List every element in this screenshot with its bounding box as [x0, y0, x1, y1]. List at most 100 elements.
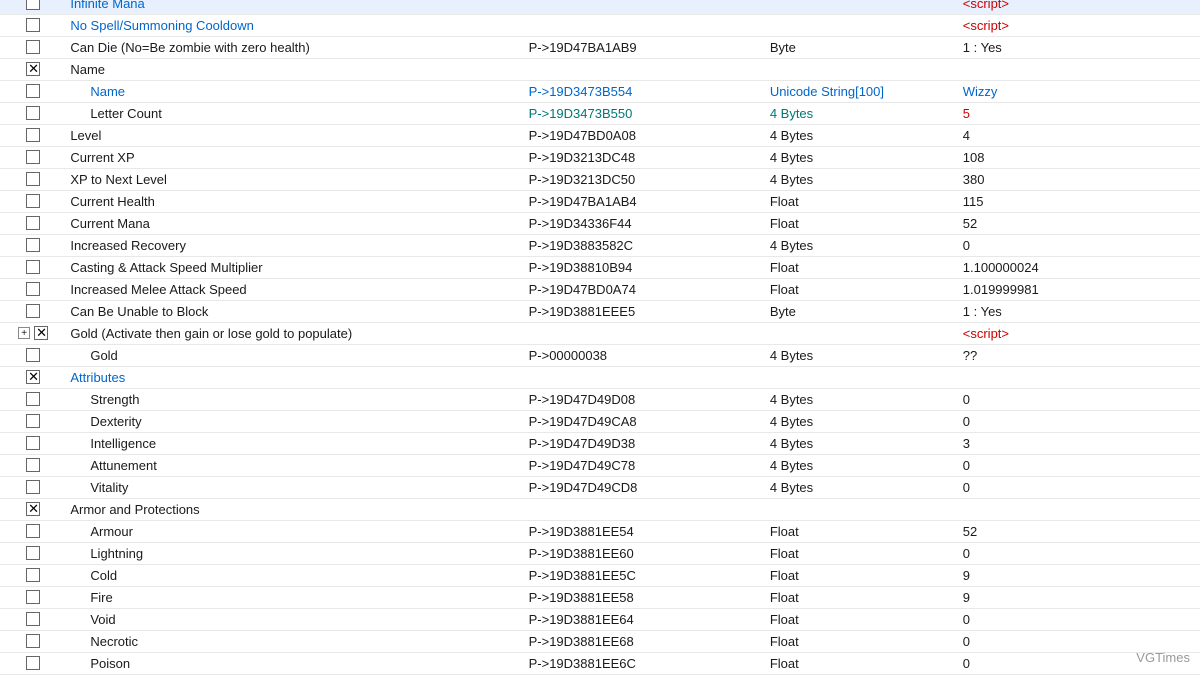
- row-checkbox[interactable]: [26, 524, 40, 538]
- row-address: P->19D3881EE5C: [525, 564, 766, 586]
- table-row[interactable]: DexterityP->19D47D49CA84 Bytes0: [0, 410, 1200, 432]
- row-name: Vitality: [66, 476, 524, 498]
- table-row[interactable]: GoldP->000000384 Bytes??: [0, 344, 1200, 366]
- row-address: P->19D3473B554: [525, 80, 766, 102]
- table-row[interactable]: Armor and Protections: [0, 498, 1200, 520]
- row-checkbox[interactable]: [26, 612, 40, 626]
- row-checkbox[interactable]: [26, 150, 40, 164]
- row-value: <script>: [959, 14, 1200, 36]
- row-address: P->19D47BD0A08: [525, 124, 766, 146]
- row-checkbox[interactable]: [26, 392, 40, 406]
- table-row[interactable]: ColdP->19D3881EE5CFloat9: [0, 564, 1200, 586]
- row-checkbox[interactable]: [26, 480, 40, 494]
- row-checkbox[interactable]: [26, 436, 40, 450]
- checkbox-cell: [0, 58, 66, 80]
- table-row[interactable]: Current XPP->19D3213DC484 Bytes108: [0, 146, 1200, 168]
- main-table-container[interactable]: CompactMode (Activate Me!)<script>Last E…: [0, 0, 1200, 675]
- row-name: Necrotic: [66, 630, 524, 652]
- table-row[interactable]: NecroticP->19D3881EE68Float0: [0, 630, 1200, 652]
- row-type: [766, 0, 959, 14]
- row-value: 9: [959, 564, 1200, 586]
- row-checkbox[interactable]: [26, 238, 40, 252]
- row-checkbox[interactable]: [34, 326, 48, 340]
- table-row[interactable]: VitalityP->19D47D49CD84 Bytes0: [0, 476, 1200, 498]
- table-row[interactable]: Increased Melee Attack SpeedP->19D47BD0A…: [0, 278, 1200, 300]
- group-checkbox[interactable]: [26, 502, 40, 516]
- row-checkbox[interactable]: [26, 414, 40, 428]
- row-value: <script>: [959, 0, 1200, 14]
- row-checkbox[interactable]: [26, 260, 40, 274]
- table-row[interactable]: No Spell/Summoning Cooldown <script>: [0, 14, 1200, 36]
- row-checkbox[interactable]: [26, 172, 40, 186]
- table-row[interactable]: +Gold (Activate then gain or lose gold t…: [0, 322, 1200, 344]
- row-checkbox[interactable]: [26, 634, 40, 648]
- row-checkbox[interactable]: [26, 282, 40, 296]
- table-row[interactable]: Casting & Attack Speed MultiplierP->19D3…: [0, 256, 1200, 278]
- row-name: Infinite Mana: [66, 0, 524, 14]
- checkbox-cell: [0, 432, 66, 454]
- row-checkbox[interactable]: [26, 216, 40, 230]
- table-row[interactable]: VoidP->19D3881EE64Float0: [0, 608, 1200, 630]
- table-row[interactable]: Current ManaP->19D34336F44Float52: [0, 212, 1200, 234]
- table-row[interactable]: Increased RecoveryP->19D3883582C4 Bytes0: [0, 234, 1200, 256]
- table-row[interactable]: NameP->19D3473B554Unicode String[100]Wiz…: [0, 80, 1200, 102]
- group-checkbox[interactable]: [26, 62, 40, 76]
- table-row[interactable]: LightningP->19D3881EE60Float0: [0, 542, 1200, 564]
- row-checkbox[interactable]: [26, 0, 40, 10]
- table-row[interactable]: Can Be Unable to BlockP->19D3881EEE5Byte…: [0, 300, 1200, 322]
- row-value: 52: [959, 212, 1200, 234]
- table-row[interactable]: StrengthP->19D47D49D084 Bytes0: [0, 388, 1200, 410]
- row-address: P->19D3473B550: [525, 102, 766, 124]
- row-checkbox[interactable]: [26, 84, 40, 98]
- row-type: 4 Bytes: [766, 344, 959, 366]
- row-checkbox[interactable]: [26, 656, 40, 670]
- row-name: Strength: [66, 388, 524, 410]
- checkbox-cell: [0, 476, 66, 498]
- row-name: Intelligence: [66, 432, 524, 454]
- table-row[interactable]: Can Die (No=Be zombie with zero health)P…: [0, 36, 1200, 58]
- table-row[interactable]: ArmourP->19D3881EE54Float52: [0, 520, 1200, 542]
- row-value: 5: [959, 102, 1200, 124]
- checkbox-cell: [0, 80, 66, 102]
- row-checkbox[interactable]: [26, 458, 40, 472]
- row-checkbox[interactable]: [26, 194, 40, 208]
- row-value: [959, 498, 1200, 520]
- table-row[interactable]: Infinite Mana <script>: [0, 0, 1200, 14]
- table-row[interactable]: IntelligenceP->19D47D49D384 Bytes3: [0, 432, 1200, 454]
- checkbox-cell: [0, 234, 66, 256]
- row-value: 4: [959, 124, 1200, 146]
- table-row[interactable]: Attributes: [0, 366, 1200, 388]
- row-checkbox[interactable]: [26, 18, 40, 32]
- row-checkbox[interactable]: [26, 40, 40, 54]
- row-type: Float: [766, 190, 959, 212]
- table-row[interactable]: LevelP->19D47BD0A084 Bytes4: [0, 124, 1200, 146]
- row-checkbox[interactable]: [26, 304, 40, 318]
- row-checkbox[interactable]: [26, 106, 40, 120]
- checkbox-cell: [0, 498, 66, 520]
- table-row[interactable]: Name: [0, 58, 1200, 80]
- row-type: Float: [766, 564, 959, 586]
- row-value: [959, 58, 1200, 80]
- table-row[interactable]: Current HealthP->19D47BA1AB4Float115: [0, 190, 1200, 212]
- row-name: Void: [66, 608, 524, 630]
- checkbox-cell: [0, 586, 66, 608]
- checkbox-cell: +: [0, 322, 66, 344]
- row-type: [766, 366, 959, 388]
- group-checkbox[interactable]: [26, 370, 40, 384]
- row-name: Poison: [66, 652, 524, 674]
- row-type: Byte: [766, 300, 959, 322]
- table-row[interactable]: FireP->19D3881EE58Float9: [0, 586, 1200, 608]
- row-name: No Spell/Summoning Cooldown: [66, 14, 524, 36]
- row-name: Name: [66, 58, 524, 80]
- row-checkbox[interactable]: [26, 568, 40, 582]
- expand-button[interactable]: +: [18, 327, 30, 339]
- row-checkbox[interactable]: [26, 546, 40, 560]
- row-checkbox[interactable]: [26, 348, 40, 362]
- table-row[interactable]: PoisonP->19D3881EE6CFloat0: [0, 652, 1200, 674]
- row-type: 4 Bytes: [766, 146, 959, 168]
- row-checkbox[interactable]: [26, 590, 40, 604]
- table-row[interactable]: XP to Next LevelP->19D3213DC504 Bytes380: [0, 168, 1200, 190]
- table-row[interactable]: Letter CountP->19D3473B5504 Bytes5: [0, 102, 1200, 124]
- table-row[interactable]: AttunementP->19D47D49C784 Bytes0: [0, 454, 1200, 476]
- row-checkbox[interactable]: [26, 128, 40, 142]
